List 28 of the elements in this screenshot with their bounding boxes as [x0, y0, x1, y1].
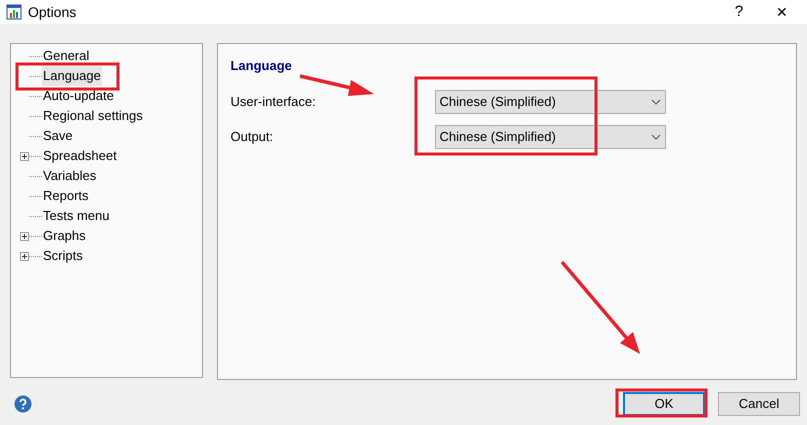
tree-item[interactable]: Variables [42, 166, 98, 186]
dialog-button[interactable]: Cancel [718, 392, 800, 416]
close-button[interactable]: ✕ [759, 2, 805, 22]
help-icon[interactable] [14, 395, 32, 413]
chart-icon [6, 4, 22, 20]
tree-item[interactable]: Reports [42, 186, 90, 206]
dialog-button[interactable]: OK [623, 392, 705, 416]
field-label: User-interface: [230, 92, 317, 111]
field-label: Output: [230, 128, 274, 146]
tree-item[interactable]: Auto-update [42, 86, 115, 106]
expand-icon[interactable] [20, 252, 29, 260]
tree-item[interactable]: Language [42, 66, 102, 86]
expand-icon[interactable] [20, 232, 29, 240]
tree-item[interactable]: Save [42, 126, 74, 146]
tree-item[interactable]: Tests menu [42, 206, 110, 226]
language-dropdown[interactable]: Chinese (Simplified) [435, 124, 666, 148]
tree-item[interactable]: Scripts [42, 246, 84, 266]
window-title: Options [28, 2, 76, 22]
chevron-down-icon [651, 134, 662, 140]
tree-item[interactable]: General [42, 46, 90, 66]
section-heading: Language [230, 57, 293, 75]
tree-item[interactable]: Graphs [42, 226, 87, 246]
expand-icon[interactable] [20, 152, 29, 160]
help-button[interactable]: ? [719, 0, 759, 24]
language-dropdown[interactable]: Chinese (Simplified) [435, 90, 666, 114]
chevron-down-icon [651, 98, 662, 104]
tree-item[interactable]: Regional settings [42, 106, 144, 126]
tree-item[interactable]: Spreadsheet [42, 146, 118, 166]
